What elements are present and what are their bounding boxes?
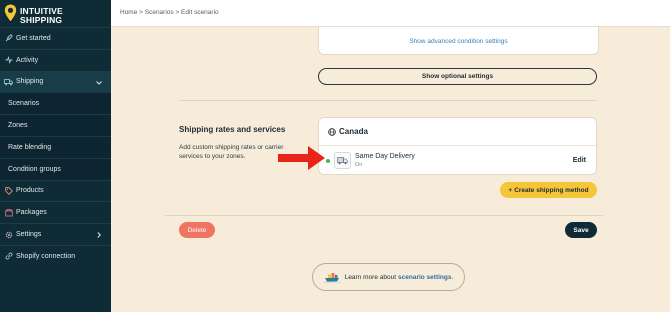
chevron-right-icon — [97, 232, 102, 239]
sidebar-item-label: Settings — [16, 231, 42, 239]
sidebar-item-settings[interactable]: Settings — [0, 223, 111, 245]
sidebar-item-label: Activity — [16, 56, 39, 64]
shipping-method-status: On — [355, 162, 363, 168]
sidebar-item-activity[interactable]: Activity — [0, 48, 111, 71]
create-shipping-method-button[interactable]: + Create shipping method — [500, 182, 597, 198]
sidebar-item-label: Condition groups — [8, 165, 61, 173]
delivery-truck-icon — [334, 152, 351, 169]
sidebar-item-shopify-connection[interactable]: Shopify connection — [0, 244, 111, 267]
chevron-down-icon — [96, 80, 102, 85]
globe-icon — [328, 127, 336, 136]
activity-icon — [4, 56, 13, 65]
shipping-method-row[interactable]: Same Day Delivery On Edit — [319, 147, 596, 175]
ship-icon — [323, 273, 340, 283]
breadcrumb[interactable]: Home > Scenarios > Edit scenario — [120, 9, 219, 16]
sidebar-item-rate-blending[interactable]: Rate blending — [0, 135, 111, 158]
sidebar-item-label: Get started — [16, 34, 51, 42]
sidebar-item-label: Products — [16, 187, 44, 195]
link-icon — [4, 252, 13, 261]
zone-name: Canada — [339, 127, 368, 136]
sidebar-item-zones[interactable]: Zones — [0, 114, 111, 136]
show-advanced-conditions-link[interactable]: Show advanced condition settings — [319, 38, 598, 45]
sidebar-item-get-started[interactable]: Get started — [0, 27, 111, 49]
divider — [165, 215, 603, 216]
sidebar-item-scenarios[interactable]: Scenarios — [0, 92, 111, 115]
sidebar-item-label: Shopify connection — [16, 252, 76, 260]
edit-method-button[interactable]: Edit — [573, 157, 586, 164]
tag-icon — [4, 186, 13, 195]
sidebar-item-label: Rate blending — [8, 143, 52, 151]
conditions-card: Show advanced condition settings — [318, 27, 599, 55]
sidebar-item-condition-groups[interactable]: Condition groups — [0, 157, 111, 180]
plus-icon: + — [508, 186, 513, 194]
sidebar-item-label: Packages — [16, 209, 47, 217]
sidebar-item-label: Zones — [8, 122, 28, 130]
save-button[interactable]: Save — [565, 222, 597, 238]
logo[interactable]: INTUITIVE SHIPPING — [4, 4, 104, 26]
rocket-icon — [4, 34, 13, 43]
shipping-method-name: Same Day Delivery — [355, 153, 415, 160]
red-arrow-annotation — [278, 146, 325, 170]
truck-icon — [4, 77, 13, 86]
scenario-settings-link[interactable]: scenario settings — [398, 274, 451, 281]
sidebar-item-label: Shipping — [16, 78, 44, 86]
zone-card: Canada Same Day Delivery On Edit — [318, 117, 597, 175]
section-title: Shipping rates and services — [179, 125, 286, 134]
brand-line-2: SHIPPING — [20, 15, 63, 25]
delete-button[interactable]: Delete — [179, 222, 215, 238]
top-bar: Home > Scenarios > Edit scenario — [111, 0, 670, 27]
divider — [179, 100, 597, 101]
sidebar-nav: Get started Activity Shipping Scenarios … — [0, 27, 111, 267]
status-dot — [326, 159, 330, 163]
location-pin-icon — [4, 4, 17, 22]
learn-more-suffix: . — [451, 273, 454, 281]
learn-more-banner[interactable]: Learn more about scenario settings . — [312, 263, 465, 291]
show-optional-settings-button[interactable]: Show optional settings — [318, 68, 597, 85]
package-icon — [4, 208, 13, 217]
main-content: Show advanced condition settings Show op… — [111, 27, 670, 312]
sidebar-item-packages[interactable]: Packages — [0, 201, 111, 223]
gear-icon — [4, 230, 13, 239]
learn-more-text: Learn more about — [344, 273, 397, 281]
sidebar-item-shipping[interactable]: Shipping — [0, 70, 111, 93]
sidebar-item-products[interactable]: Products — [0, 179, 111, 202]
create-shipping-method-label: Create shipping method — [514, 186, 589, 194]
sidebar: INTUITIVE SHIPPING Get started Activity … — [0, 0, 111, 312]
sidebar-item-label: Scenarios — [8, 100, 40, 108]
zone-header: Canada — [319, 118, 596, 146]
